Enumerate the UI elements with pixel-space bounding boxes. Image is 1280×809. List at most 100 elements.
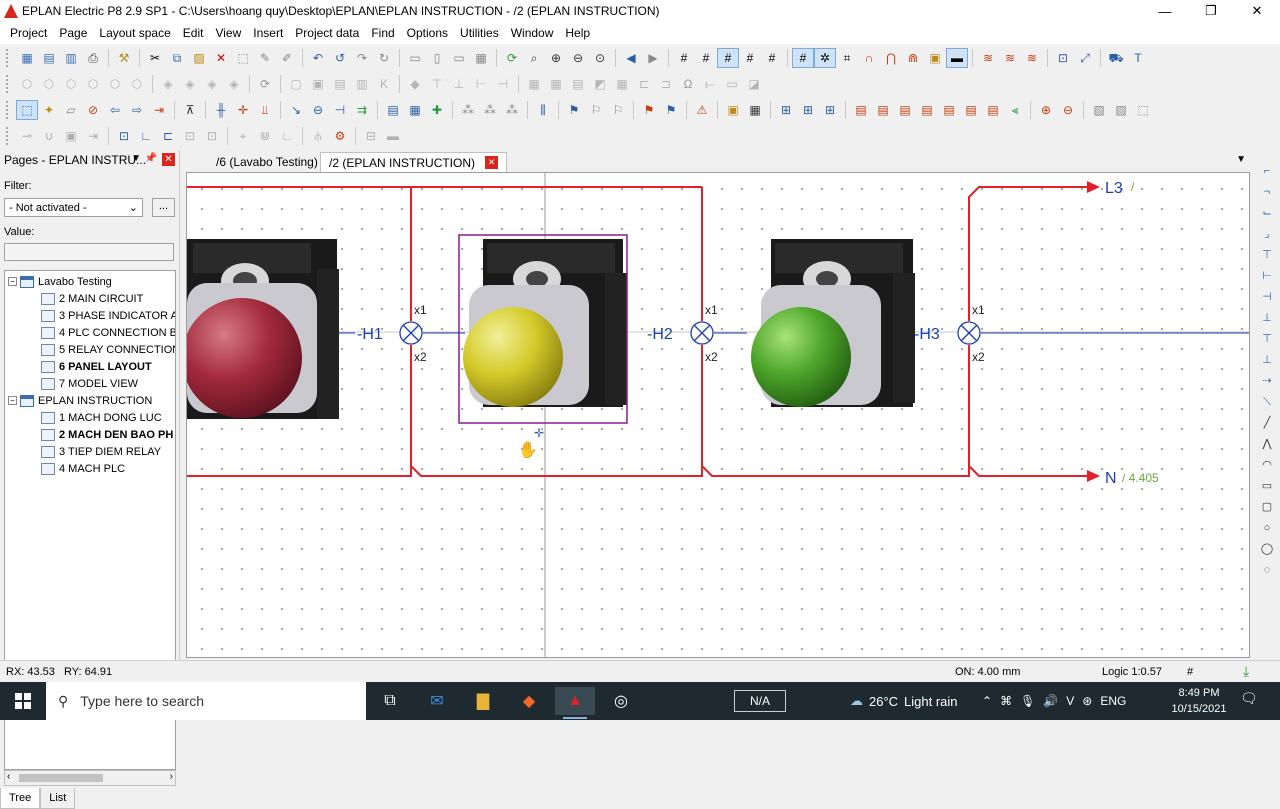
connect-a-icon[interactable]: ▦ [523, 74, 545, 94]
list-icon[interactable]: ≋ [977, 48, 999, 68]
list2-icon[interactable]: ≋ [999, 48, 1021, 68]
symbol-a-icon[interactable]: ◆ [404, 74, 426, 94]
scroll-thumb[interactable] [19, 774, 103, 782]
pin-icon[interactable]: 📌 [145, 153, 157, 164]
redo-list-icon[interactable]: ↻ [373, 48, 395, 68]
menu-edit[interactable]: Edit [177, 22, 210, 44]
connection-icon[interactable]: ⊣ [329, 100, 351, 120]
menu-project-data[interactable]: Project data [289, 22, 365, 44]
expand-icon[interactable]: ⤢ [1074, 48, 1096, 68]
connect-e-icon[interactable]: ▦ [611, 74, 633, 94]
settings-icon[interactable]: ⚒ [113, 48, 135, 68]
window-a-icon[interactable]: ▣ [722, 100, 744, 120]
tree-page-item[interactable]: 3 PHASE INDICATOR A [41, 307, 175, 324]
macro-f-icon[interactable]: ⬡ [126, 74, 148, 94]
page-export-icon[interactable]: ⇥ [148, 100, 170, 120]
insert-a-icon[interactable]: ▢ [285, 74, 307, 94]
angle-a-icon[interactable]: ⌐ [1259, 162, 1275, 180]
circle-tool-icon[interactable]: ○ [1259, 519, 1275, 537]
place-d-icon[interactable]: ◈ [223, 74, 245, 94]
tree-project-eplan-instruction[interactable]: − EPLAN INSTRUCTION [8, 392, 152, 409]
reload-icon[interactable]: ⟳ [254, 74, 276, 94]
h3-tag[interactable]: -H3 [914, 326, 940, 343]
cut-icon[interactable]: ✂ [144, 48, 166, 68]
line-icon[interactable]: ▬ [946, 48, 968, 68]
grid-d-icon[interactable]: # [739, 48, 761, 68]
arc-tool-icon[interactable]: ◠ [1259, 456, 1275, 474]
tab-lavabo-testing[interactable]: /6 (Lavabo Testing) [208, 152, 326, 172]
paste-icon[interactable]: ▨ [188, 48, 210, 68]
location-icon[interactable]: ⌖ [232, 126, 254, 146]
menu-find[interactable]: Find [365, 22, 400, 44]
angle-c-icon[interactable]: ⌙ [1259, 204, 1275, 222]
tee-d-icon[interactable]: ⊥ [1259, 309, 1275, 327]
conn-e-icon[interactable]: ⊡ [113, 126, 135, 146]
mail-icon[interactable]: ✉ [417, 687, 457, 715]
device-a-icon[interactable]: ▤ [382, 100, 404, 120]
tee-a-icon[interactable]: ⊤ [1259, 246, 1275, 264]
tab-list-icon[interactable]: ▼ [1236, 154, 1246, 165]
polyline-tool-icon[interactable]: ⋀ [1259, 435, 1275, 453]
tee-f-icon[interactable]: ⊥ [1259, 351, 1275, 369]
conn-k-icon[interactable]: ∟ [276, 126, 298, 146]
h1-pilot-lamp-image[interactable] [187, 239, 339, 419]
grid-b-icon[interactable]: # [695, 48, 717, 68]
zoom-fit-icon[interactable]: ⊙ [589, 48, 611, 68]
obs-icon[interactable]: ◎ [601, 687, 641, 715]
navigator-menu-icon[interactable]: ▼ [131, 153, 141, 164]
fit-page-icon[interactable]: ⊡ [1052, 48, 1074, 68]
flag-delete-icon[interactable]: ⚠ [691, 100, 713, 120]
redo-icon[interactable]: ↷ [351, 48, 373, 68]
text-icon[interactable]: T [1127, 48, 1149, 68]
undo-list-icon[interactable]: ↺ [329, 48, 351, 68]
report-a-icon[interactable]: ▤ [850, 100, 872, 120]
save-icon[interactable]: ▥ [60, 48, 82, 68]
wire-b-icon[interactable]: ▭ [721, 74, 743, 94]
h2-tag[interactable]: -H2 [647, 326, 673, 343]
page2-icon[interactable]: ▯ [426, 48, 448, 68]
cable-icon[interactable]: ⇉ [351, 100, 373, 120]
page-prev-icon[interactable]: ⇦ [104, 100, 126, 120]
conn-i-icon[interactable]: ⊡ [201, 126, 223, 146]
value-input[interactable] [4, 243, 174, 261]
tree-page-item[interactable]: 2 MAIN CIRCUIT [41, 290, 143, 307]
table-icon[interactable]: ▦ [470, 48, 492, 68]
tab-tree[interactable]: Tree [0, 788, 41, 809]
menu-view[interactable]: View [209, 22, 247, 44]
macro-box3-icon[interactable]: ⊞ [819, 100, 841, 120]
macro-box-icon[interactable]: ⊞ [775, 100, 797, 120]
device-b-icon[interactable]: ▦ [404, 100, 426, 120]
connect-g-icon[interactable]: ⊐ [655, 74, 677, 94]
breaker-icon[interactable]: ⫫ [254, 100, 276, 120]
minimize-button[interactable]: — [1142, 0, 1188, 22]
weather-widget[interactable]: ☁ 26°C Light rain [850, 682, 958, 720]
eplan-taskbar-icon[interactable]: ▲ [555, 687, 595, 719]
omega-icon[interactable]: Ω [677, 74, 699, 94]
collapse-icon[interactable]: − [8, 396, 17, 405]
ellipse-tool-icon[interactable]: ◯ [1259, 540, 1275, 558]
flag-a-icon[interactable]: ⚑ [563, 100, 585, 120]
grid-toggle-icon[interactable]: # [792, 48, 814, 68]
l3-cross-reference[interactable]: / [1131, 180, 1135, 194]
hatch-c-icon[interactable]: ⬚ [1132, 100, 1154, 120]
open-project-icon[interactable]: ▤ [38, 48, 60, 68]
jump-icon[interactable]: ⇢ [1259, 372, 1275, 390]
menu-layout-space[interactable]: Layout space [93, 22, 176, 44]
notification-icon[interactable]: 🗨 [1240, 690, 1258, 707]
conn-c-icon[interactable]: ▣ [60, 126, 82, 146]
pen-icon[interactable]: ✎ [254, 48, 276, 68]
conn-l-icon[interactable]: ⫛ [307, 126, 329, 146]
cart-icon[interactable]: ⛟ [1105, 48, 1127, 68]
shape-tool-icon[interactable]: ▢ [1259, 498, 1275, 516]
macro-d-icon[interactable]: ⬡ [82, 74, 104, 94]
terminal-icon[interactable]: ╫ [210, 100, 232, 120]
flag-d-icon[interactable]: ⚑ [638, 100, 660, 120]
conn-m-icon[interactable]: ⚙ [329, 126, 351, 146]
h2-pilot-lamp-image[interactable] [458, 234, 628, 424]
view-b-icon[interactable]: ⊖ [1057, 100, 1079, 120]
wire-a-icon[interactable]: ⟝ [699, 74, 721, 94]
report-b-icon[interactable]: ▤ [872, 100, 894, 120]
new-page-icon[interactable]: ✦ [38, 100, 60, 120]
l3-label[interactable]: L3 [1105, 180, 1123, 197]
conn-b-icon[interactable]: ∪ [38, 126, 60, 146]
